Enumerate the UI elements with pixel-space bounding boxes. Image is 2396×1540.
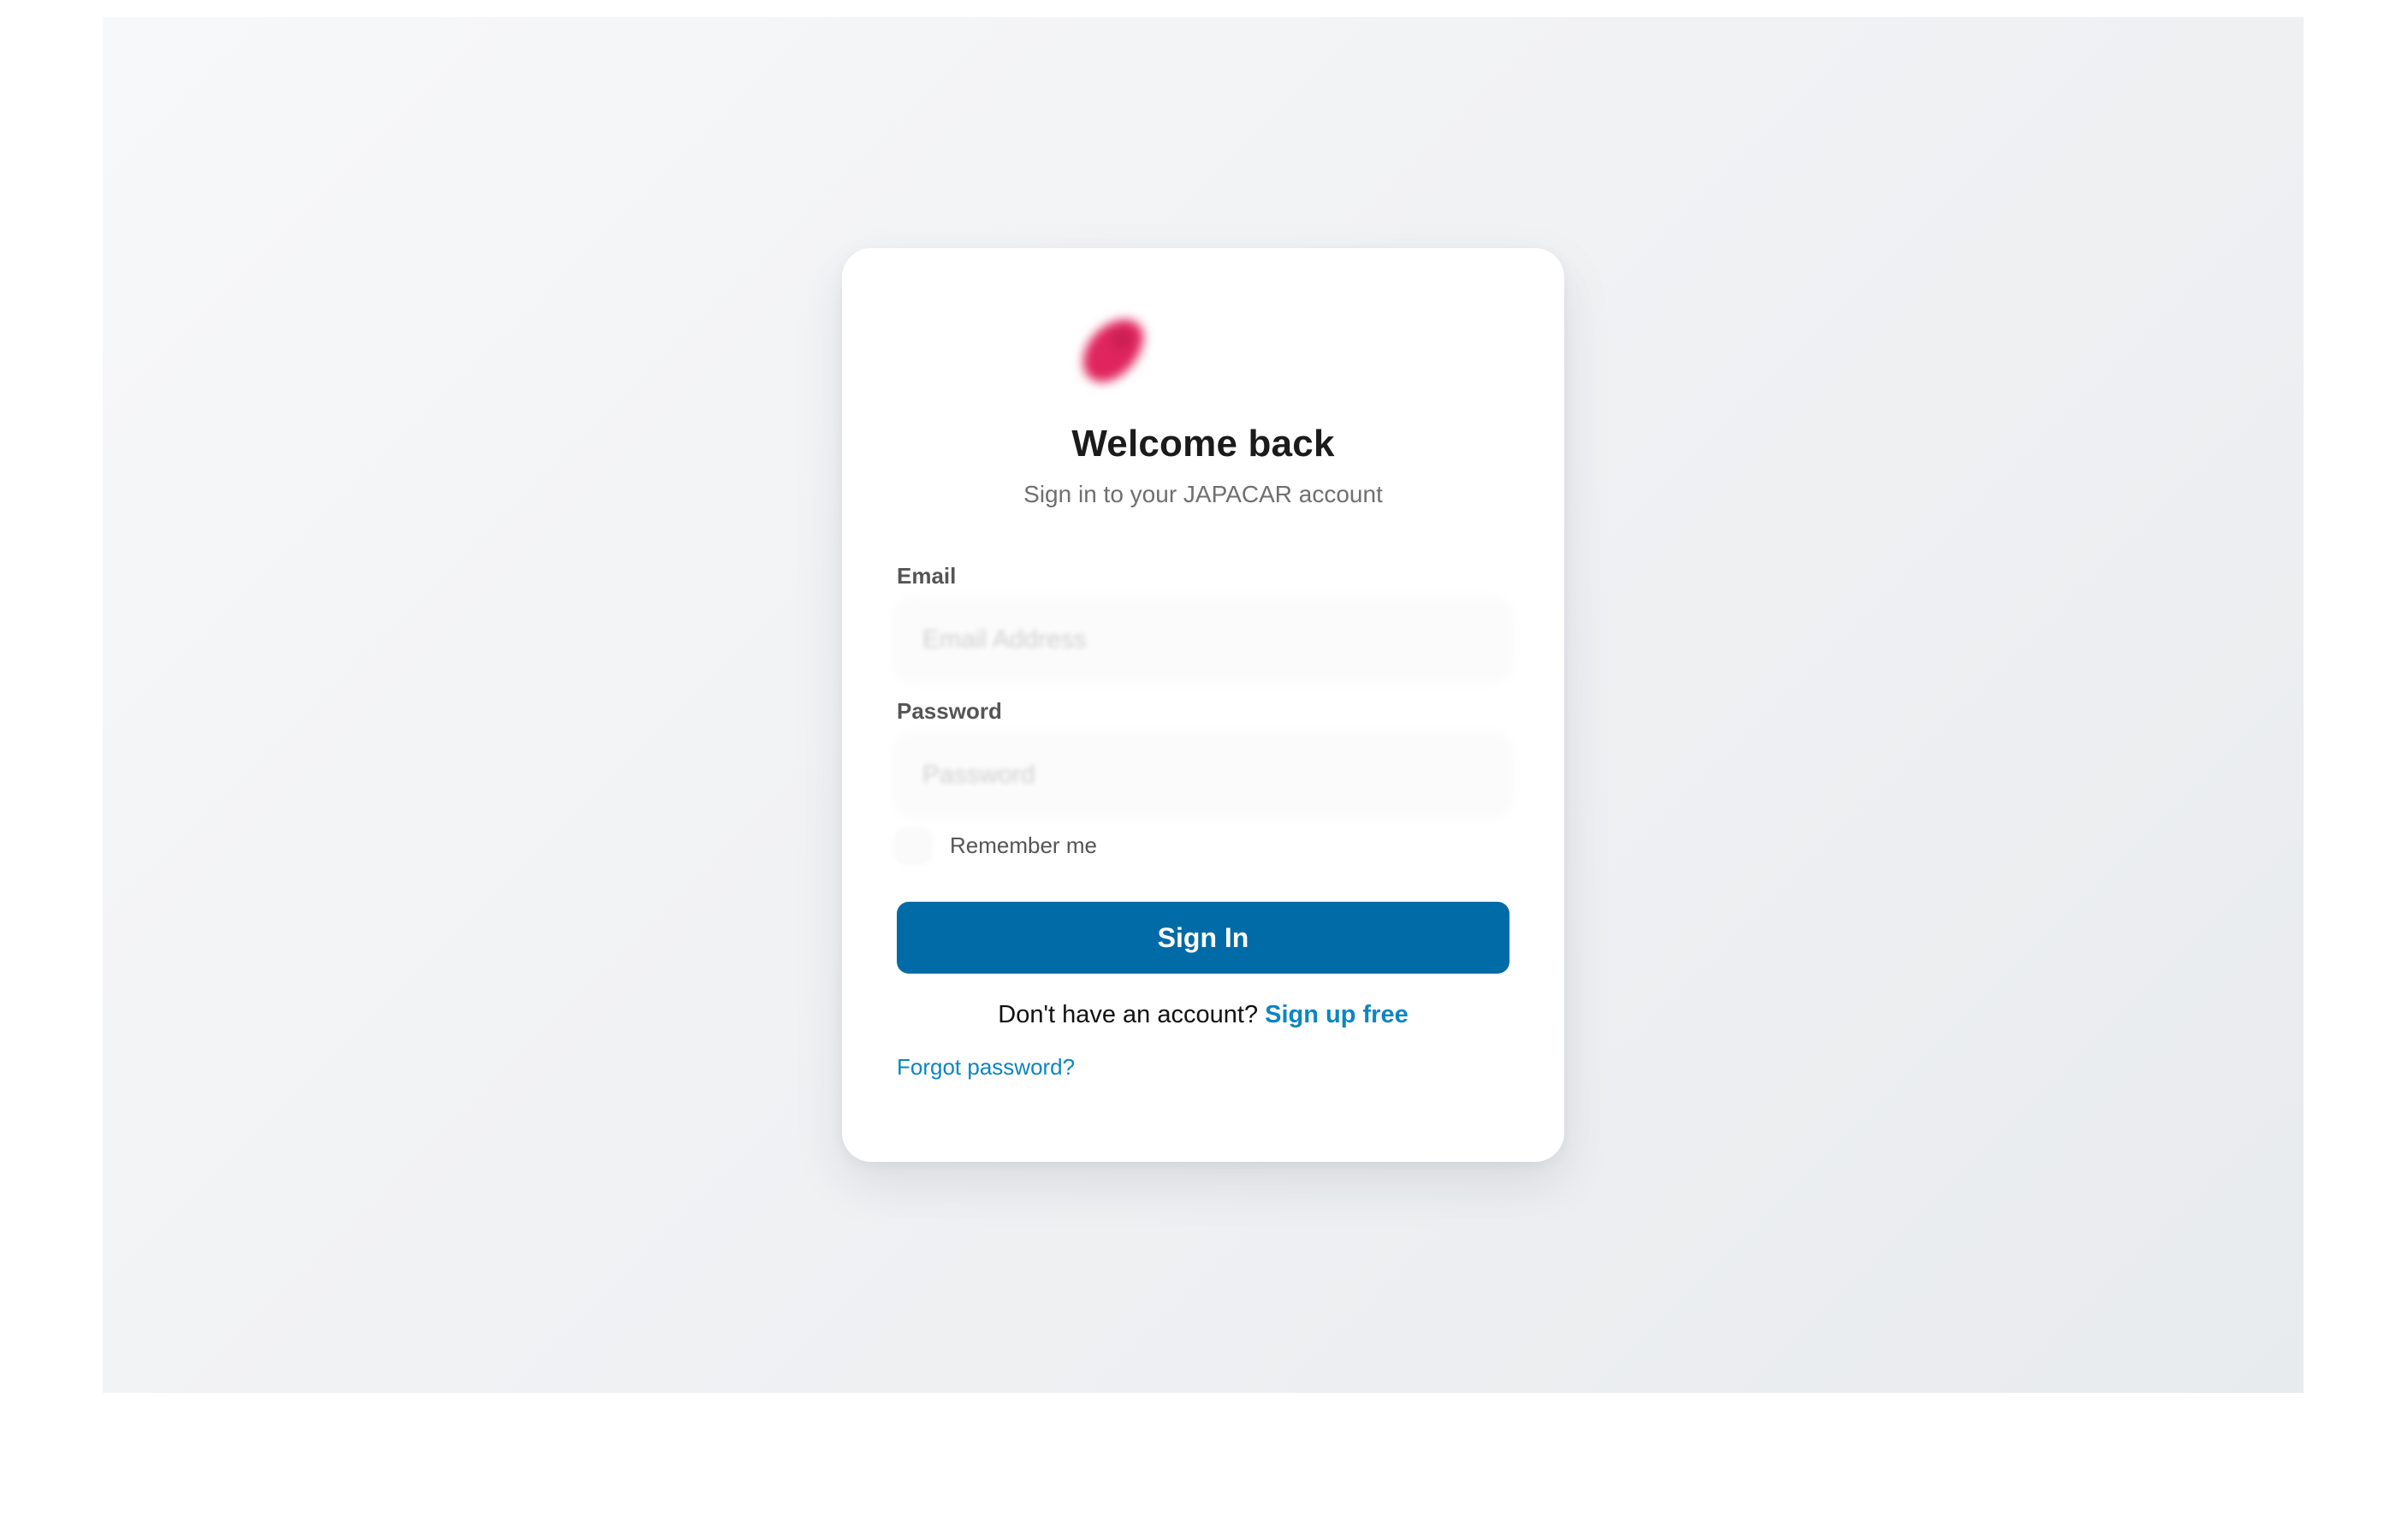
email-label: Email [897, 563, 957, 589]
sign-up-link[interactable]: Sign up free [1265, 1001, 1409, 1028]
page-subtitle: Sign in to your JAPACAR account [1023, 481, 1383, 507]
password-field[interactable] [897, 736, 1509, 814]
signup-prompt-row: Don't have an account? Sign up free [842, 1001, 1564, 1029]
page-title: Welcome back [1071, 423, 1335, 465]
signup-prompt-text: Don't have an account? [998, 1001, 1266, 1028]
brand-logo-icon [1063, 301, 1159, 397]
remember-me-checkbox[interactable] [897, 830, 929, 862]
email-field[interactable] [897, 601, 1509, 679]
forgot-password-link[interactable]: Forgot password? [897, 1054, 1075, 1081]
remember-me-label[interactable]: Remember me [950, 832, 1097, 859]
login-card: Welcome back Sign in to your JAPACAR acc… [842, 248, 1564, 1162]
password-label: Password [897, 698, 1002, 724]
page-background: Welcome back Sign in to your JAPACAR acc… [103, 17, 2304, 1393]
sign-in-button[interactable]: Sign In [897, 902, 1509, 974]
